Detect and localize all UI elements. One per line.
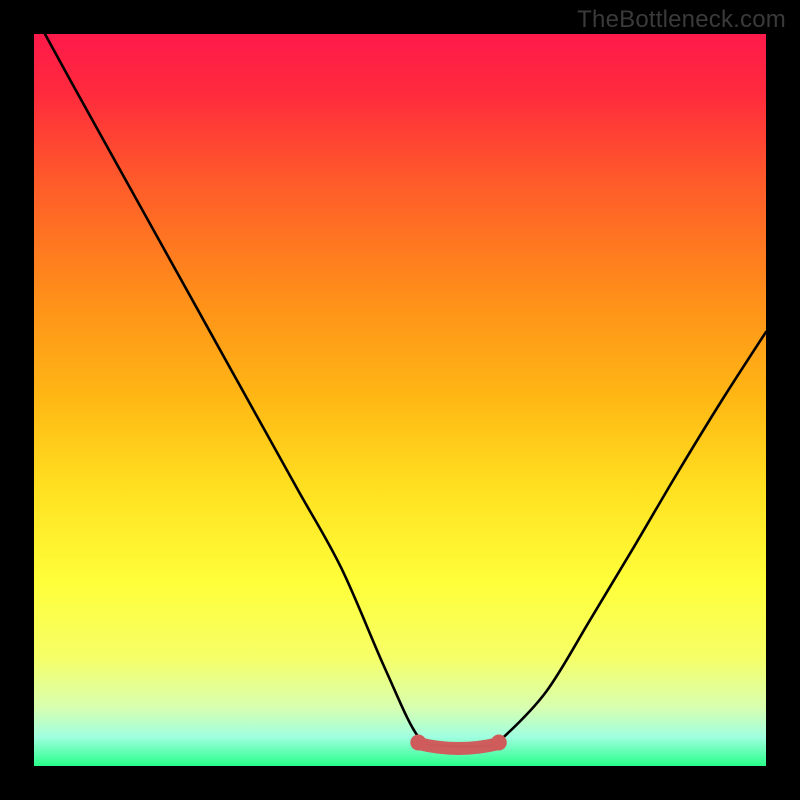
plot-area (34, 34, 766, 766)
watermark-text: TheBottleneck.com (577, 6, 786, 34)
chart-container: TheBottleneck.com (0, 0, 800, 800)
bottleneck-chart (34, 34, 766, 766)
